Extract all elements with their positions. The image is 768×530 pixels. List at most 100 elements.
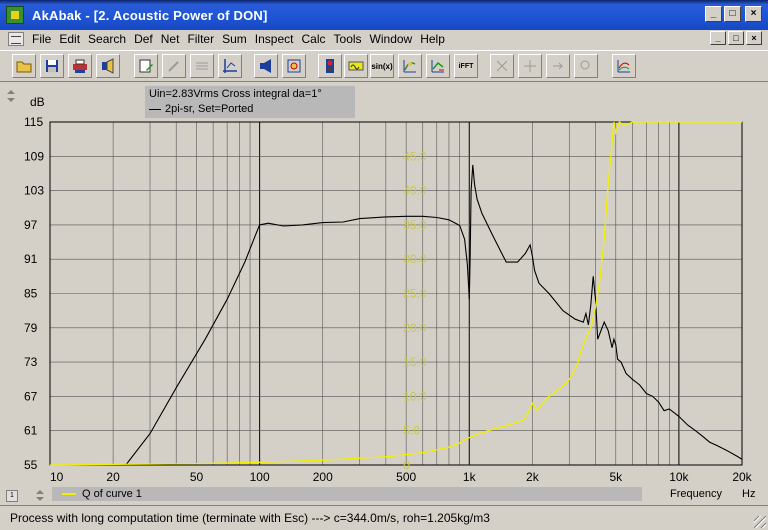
disabled-tool-5-button[interactable] bbox=[546, 54, 570, 78]
print-button[interactable] bbox=[68, 54, 92, 78]
chart-arrow-icon bbox=[431, 60, 444, 73]
driver-button[interactable] bbox=[96, 54, 120, 78]
menu-file[interactable]: File bbox=[28, 32, 55, 46]
x-tick-label: 20k bbox=[732, 470, 752, 484]
save-button[interactable] bbox=[40, 54, 64, 78]
black-curve-swatch bbox=[149, 109, 161, 110]
ifft-button[interactable]: iFFT bbox=[454, 54, 478, 78]
floppy-icon bbox=[46, 60, 58, 72]
menu-inspect[interactable]: Inspect bbox=[251, 32, 298, 46]
info-line-1: Uin=2.83Vrms Cross integral da=1° bbox=[149, 88, 322, 100]
arrow-icon bbox=[553, 62, 564, 70]
printer-icon bbox=[73, 59, 87, 73]
menu-bar: File Edit Search Def Net Filter Sum Insp… bbox=[0, 30, 768, 48]
menu-calc[interactable]: Calc bbox=[298, 32, 330, 46]
transfer-button[interactable] bbox=[398, 54, 422, 78]
overlay-button[interactable] bbox=[612, 54, 636, 78]
corner-toggle-icon[interactable]: 1 bbox=[6, 490, 18, 502]
curve-icon bbox=[403, 60, 416, 73]
menu-sum[interactable]: Sum bbox=[218, 32, 251, 46]
maximize-button[interactable]: □ bbox=[724, 6, 741, 22]
doc-minimize-button[interactable]: _ bbox=[710, 31, 726, 45]
menu-filter[interactable]: Filter bbox=[183, 32, 218, 46]
legend-label: Q of curve 1 bbox=[82, 488, 142, 500]
window-title: AkAbak - [2. Acoustic Power of DON] bbox=[32, 7, 268, 23]
right-axis-tick-label: 20.0 bbox=[403, 321, 427, 335]
menu-net[interactable]: Net bbox=[157, 32, 184, 46]
curve-info-box: Uin=2.83Vrms Cross integral da=1° 2pi-sr… bbox=[145, 86, 355, 118]
speaker-driver-icon bbox=[102, 58, 114, 74]
disabled-tool-3-button[interactable] bbox=[490, 54, 514, 78]
edit-script-button[interactable] bbox=[134, 54, 158, 78]
menu-window[interactable]: Window bbox=[366, 32, 417, 46]
y-tick-label: 97 bbox=[24, 218, 38, 232]
x-tick-label: 10 bbox=[50, 470, 64, 484]
y-tick-label: 73 bbox=[24, 355, 38, 369]
y-tick-label: 85 bbox=[24, 287, 38, 301]
status-bar: Process with long computation time (term… bbox=[0, 505, 768, 530]
app-icon bbox=[6, 6, 24, 24]
x-tick-label: 10k bbox=[669, 470, 689, 484]
x-tick-label: 100 bbox=[250, 470, 270, 484]
y-tick-label: 115 bbox=[24, 115, 43, 129]
y-tick-label: 91 bbox=[24, 252, 38, 266]
disabled-tool-1-button[interactable] bbox=[162, 54, 186, 78]
multi-curve-icon bbox=[617, 60, 630, 73]
y-tick-label: 61 bbox=[24, 424, 38, 438]
doc-restore-button[interactable]: □ bbox=[728, 31, 744, 45]
right-axis-tick-label: 10.0 bbox=[403, 389, 427, 403]
traffic-light-icon bbox=[326, 59, 334, 73]
x-tick-label: 1k bbox=[463, 470, 477, 484]
menu-tools[interactable]: Tools bbox=[330, 32, 366, 46]
right-axis-tick-label: 40.0 bbox=[403, 184, 427, 198]
x-tick-label: 5k bbox=[609, 470, 623, 484]
y-axis-label: dB bbox=[30, 95, 45, 109]
document-controls: _ □ × bbox=[710, 31, 762, 45]
disabled-tool-6-button[interactable] bbox=[574, 54, 598, 78]
edit-icon bbox=[139, 59, 153, 73]
y-tick-label: 55 bbox=[24, 458, 38, 472]
y-tick-label: 103 bbox=[24, 184, 44, 198]
field-point-button[interactable] bbox=[282, 54, 306, 78]
resize-grip-icon[interactable] bbox=[754, 516, 766, 528]
sin-button[interactable]: sin(x) bbox=[370, 54, 394, 78]
right-axis-tick-label: 30.0 bbox=[403, 252, 427, 266]
axis-scale-button[interactable] bbox=[218, 54, 242, 78]
lines-icon bbox=[196, 62, 208, 70]
speaker-button[interactable] bbox=[254, 54, 278, 78]
disabled-tool-4-button[interactable] bbox=[518, 54, 542, 78]
title-bar: AkAbak - [2. Acoustic Power of DON] _ □ … bbox=[0, 0, 768, 30]
right-axis-tick-label: 15.0 bbox=[403, 355, 427, 369]
y-tick-label: 67 bbox=[24, 389, 38, 403]
close-button[interactable]: × bbox=[745, 6, 762, 22]
yellow-curve-swatch bbox=[62, 493, 76, 495]
y-tick-label: 79 bbox=[24, 321, 38, 335]
menu-edit[interactable]: Edit bbox=[55, 32, 84, 46]
doc-close-button[interactable]: × bbox=[746, 31, 762, 45]
menu-search[interactable]: Search bbox=[84, 32, 130, 46]
wand-icon bbox=[168, 61, 179, 72]
x-tick-label: 500 bbox=[396, 470, 416, 484]
menu-def[interactable]: Def bbox=[130, 32, 157, 46]
legend-scroll-arrows-icon[interactable] bbox=[34, 488, 46, 502]
x-tick-label: 200 bbox=[313, 470, 333, 484]
cross-chart-icon bbox=[496, 60, 508, 72]
x-tick-label: 50 bbox=[190, 470, 204, 484]
document-icon[interactable] bbox=[8, 32, 24, 46]
x-axis-unit: Hz bbox=[742, 488, 756, 500]
y-tick-label: 109 bbox=[24, 149, 44, 163]
minimize-button[interactable]: _ bbox=[705, 6, 722, 22]
disabled-tool-2-button[interactable] bbox=[190, 54, 214, 78]
right-axis-tick-label: 25.0 bbox=[403, 287, 427, 301]
axis-icon bbox=[223, 59, 237, 73]
acoustic-power-chart: 115 109 103 97 91 85 79 73 67 61 55 dB 45.0 40.0 35.0 3… bbox=[24, 95, 753, 484]
filter-button[interactable] bbox=[344, 54, 368, 78]
fft-button[interactable] bbox=[426, 54, 450, 78]
right-axis-tick-label: 45.0 bbox=[403, 149, 427, 163]
menu-help[interactable]: Help bbox=[416, 32, 449, 46]
run-button[interactable] bbox=[318, 54, 342, 78]
zoom-icon bbox=[580, 60, 590, 70]
open-folder-button[interactable] bbox=[12, 54, 36, 78]
right-axis-tick-label: 35.0 bbox=[403, 218, 427, 232]
x-tick-label: 20 bbox=[106, 470, 120, 484]
